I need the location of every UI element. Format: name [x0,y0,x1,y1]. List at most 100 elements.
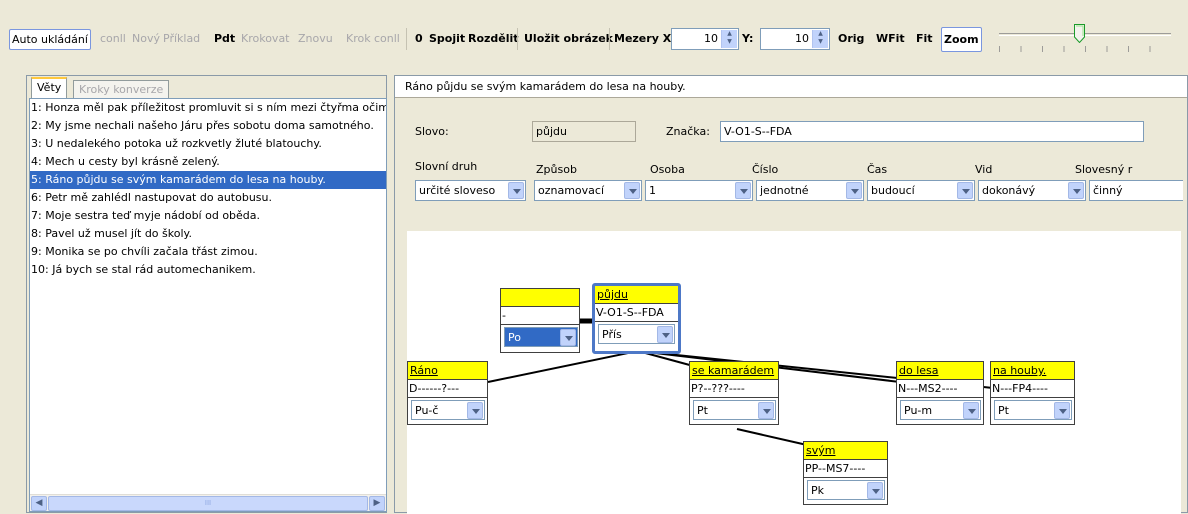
tree-node-empty[interactable]: - Po [500,288,580,353]
pos-value: určité sloveso [419,184,496,197]
node-afun-select[interactable]: Pk [807,480,885,500]
node-word: se kamarádem [690,362,778,380]
pdt-button[interactable]: Pdt [213,29,236,50]
node-word [501,289,579,307]
conll-button[interactable]: conll [99,29,127,50]
scroll-left-icon[interactable]: ◀ [31,496,47,511]
chevron-down-icon[interactable] [1068,182,1084,199]
example-button[interactable]: Příklad [162,29,201,50]
voice-select[interactable]: činný [1089,180,1183,201]
auto-save-toggle[interactable]: Auto ukládání [9,29,91,50]
tab-conversion-steps[interactable]: Kroky konverze [73,80,170,100]
node-afun-value: Pt [998,404,1009,417]
person-select[interactable]: 1 [645,180,753,201]
tree-node-rano[interactable]: Ráno D------?--- Pu-č [407,361,488,425]
wfit-button[interactable]: WFit [875,29,906,50]
node-afun-value: Pt [697,404,708,417]
dependency-tree-canvas[interactable]: - Po půjdu V-O1-S--FDA Přís Ráno D------… [407,231,1181,514]
sentence-list-item[interactable]: 2: My jsme nechali našeho Járu přes sobo… [30,117,386,135]
tree-node-svym[interactable]: svým PP--MS7---- Pk [803,441,888,505]
spacing-x-value: 10 [704,32,718,45]
node-tag: N---FP4---- [991,380,1074,398]
chevron-down-icon[interactable] [963,402,979,419]
zoom-toggle[interactable]: Zoom [941,27,982,52]
orig-button[interactable]: Orig [837,29,865,50]
node-afun-select[interactable]: Pt [994,400,1072,420]
chevron-down-icon[interactable] [846,182,862,199]
zero-button[interactable]: 0 [414,29,424,50]
again-button[interactable]: Znovu [297,29,334,50]
spin-arrows-icon[interactable]: ▲ ▼ [812,30,828,48]
sentence-list-item[interactable]: 6: Petr mě zahlédl nastupovat do autobus… [30,189,386,207]
save-image-button[interactable]: Uložit obrázek [523,29,614,50]
aspect-value: dokonávý [982,184,1036,197]
chevron-down-icon[interactable] [560,329,576,346]
chevron-down-icon[interactable] [1054,402,1070,419]
conll-step-button[interactable]: conll [373,29,401,50]
tree-node-nahouby[interactable]: na houby. N---FP4---- Pt [990,361,1075,425]
horizontal-scrollbar[interactable]: ◀ III ▶ [30,494,386,511]
chevron-down-icon[interactable] [657,326,673,343]
scroll-right-icon[interactable]: ▶ [369,496,385,511]
slider-thumb-icon[interactable] [1074,24,1086,43]
spacing-x-spinner[interactable]: 10 ▲ ▼ [671,28,739,50]
sentence-list-item[interactable]: 10: Já bych se stal rád automechanikem. [30,261,386,279]
pos-select[interactable]: určité sloveso [415,180,526,201]
spacing-y-value: 10 [795,32,809,45]
node-word: svým [804,442,887,460]
chevron-down-icon[interactable] [957,182,973,199]
tree-node-dolesa[interactable]: do lesa N---MS2---- Pu-m [896,361,984,425]
spacing-y-spinner[interactable]: 10 ▲ ▼ [760,28,830,50]
sentence-list-item[interactable]: 5: Ráno půjdu se svým kamarádem do lesa … [30,171,386,189]
aspect-select[interactable]: dokonávý [978,180,1086,201]
chevron-down-icon[interactable] [508,182,524,199]
node-afun-value: Po [508,331,521,344]
chevron-down-icon[interactable] [735,182,751,199]
node-tag: N---MS2---- [897,380,983,398]
node-tag: V-O1-S--FDA [595,304,678,322]
step-back-button[interactable]: Krokovat [240,29,291,50]
scroll-thumb[interactable]: III [48,496,368,511]
sentence-list-item[interactable]: 4: Mech u cesty byl krásně zelený. [30,153,386,171]
new-button[interactable]: Nový [131,29,161,50]
node-afun-select[interactable]: Pu-č [411,400,485,420]
node-afun-value: Pu-m [904,404,933,417]
chevron-down-icon[interactable] [467,402,483,419]
mood-select[interactable]: oznamovací [534,180,642,201]
sentence-list-item[interactable]: 1: Honza měl pak příležitost promluvit s… [30,99,386,117]
fit-button[interactable]: Fit [915,29,934,50]
spin-arrows-icon[interactable]: ▲ ▼ [721,30,737,48]
node-afun-select[interactable]: Pu-m [900,400,981,420]
sentence-list-item[interactable]: 3: U nedalekého potoka už rozkvetly žlut… [30,135,386,153]
node-tag: PP--MS7---- [804,460,887,478]
number-select[interactable]: jednotné [756,180,864,201]
chevron-down-icon[interactable] [867,482,883,499]
tense-select[interactable]: budoucí [867,180,975,201]
zoom-slider[interactable] [995,14,1175,54]
sentence-list-item[interactable]: 7: Moje sestra teď myje nádobí od oběda. [30,207,386,225]
tree-node-pujdu[interactable]: půjdu V-O1-S--FDA Přís [592,283,681,354]
node-afun-select[interactable]: Přís [598,324,675,344]
node-afun-select[interactable]: Po [504,327,578,347]
node-afun-select[interactable]: Pt [693,400,776,420]
node-tag: P?--???---- [690,380,778,398]
toolbar-separator [406,28,407,50]
tag-field[interactable]: V-O1-S--FDA [720,121,1144,142]
edge-pujdu-rano [487,350,639,383]
step-button[interactable]: Krok [345,29,372,50]
spacing-x-label: Mezery X: [614,32,676,45]
tree-node-kamaradem[interactable]: se kamarádem P?--???---- Pt [689,361,779,425]
word-field: půjdu [532,121,636,142]
tag-label: Značka: [666,125,710,138]
chevron-down-icon[interactable] [624,182,640,199]
split-button[interactable]: Rozdělit [467,29,520,50]
sentences-panel: Věty Kroky konverze 1: Honza měl pak pří… [26,75,387,513]
slider-ticks [999,46,1171,52]
sentence-list-item[interactable]: 8: Pavel už musel jít do školy. [30,225,386,243]
toolbar-separator [609,28,610,50]
col-person-label: Osoba [650,163,685,176]
sentence-list-item[interactable]: 9: Monika se po chvíli začala třást zimo… [30,243,386,261]
chevron-down-icon[interactable] [758,402,774,419]
tab-sentences[interactable]: Věty [31,77,68,99]
join-button[interactable]: Spojit [428,29,466,50]
